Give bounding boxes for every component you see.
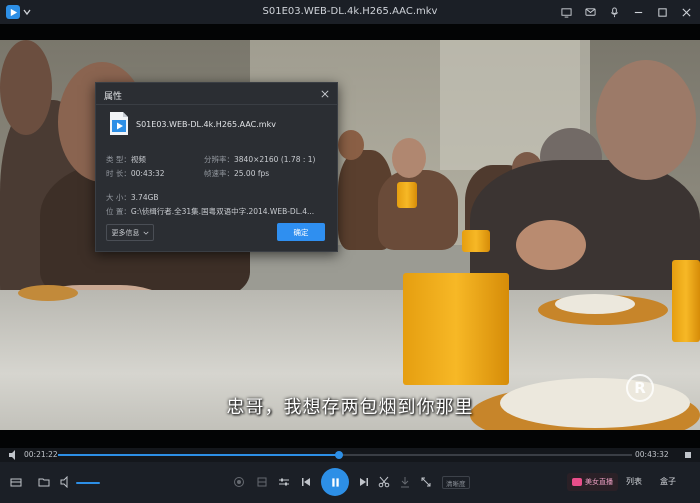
title-bar: S01E03.WEB-DL.4k.H265.AAC.mkv xyxy=(0,0,700,24)
scene-head xyxy=(596,60,696,180)
size-row: 大 小：3.74GB xyxy=(106,192,159,203)
chevron-down-icon xyxy=(142,231,149,235)
framerate-value: 25.00 fps xyxy=(234,169,270,178)
scene-head xyxy=(392,138,426,178)
total-time: 00:43:32 xyxy=(635,450,669,459)
dialog-divider xyxy=(96,104,337,105)
scissors-icon[interactable] xyxy=(376,474,392,490)
playlist-button[interactable]: 列表 xyxy=(626,476,642,487)
pause-button[interactable] xyxy=(321,468,349,496)
location-value: G:\侦缉行者.全31集.国粤双语中字.2014.WEB-DL.4... xyxy=(130,207,315,216)
dialog-file-name: S01E03.WEB-DL.4k.H265.AAC.mkv xyxy=(136,120,276,129)
scene-hand xyxy=(516,220,586,270)
scene-cup xyxy=(397,182,417,208)
duration-value: 00:43:32 xyxy=(130,169,165,178)
stop-square-icon[interactable] xyxy=(680,447,696,463)
progress-bar[interactable] xyxy=(58,451,632,459)
location-label: 位 置： xyxy=(106,207,131,216)
resolution-value: 3840×2160 (1.78 : 1) xyxy=(234,155,316,164)
type-row: 类 型：视频 xyxy=(106,154,146,165)
resolution-label: 分辨率： xyxy=(204,155,234,164)
progress-handle[interactable] xyxy=(335,451,344,459)
fullscreen-expand-icon[interactable] xyxy=(418,474,434,490)
message-icon[interactable] xyxy=(582,4,598,20)
size-value: 3.74GB xyxy=(130,193,159,202)
properties-dialog: 属性 S01E03.WEB-DL.4k.H265.AAC.mkv 类 型：视频 … xyxy=(95,82,338,252)
pause-icon xyxy=(331,477,339,487)
current-time: 00:21:22 xyxy=(24,450,58,459)
type-value: 视频 xyxy=(130,155,146,164)
progress-fill xyxy=(58,454,340,456)
control-bar: 清晰度 美女直播 列表 盒子 xyxy=(0,462,700,503)
scene-cup xyxy=(462,230,490,252)
video-file-icon xyxy=(109,111,129,136)
minimize-icon[interactable] xyxy=(630,4,646,20)
live-stream-button[interactable]: 美女直播 xyxy=(567,473,618,491)
next-icon[interactable] xyxy=(356,474,372,490)
channel-watermark: R xyxy=(626,374,654,402)
scene-rice xyxy=(555,294,635,314)
letterbox-bottom xyxy=(0,430,700,448)
equalizer-icon[interactable] xyxy=(276,474,292,490)
live-stream-label: 美女直播 xyxy=(585,478,613,486)
toolbox-icon[interactable] xyxy=(8,474,24,490)
progress-row: 00:21:22 00:43:32 xyxy=(0,448,700,462)
download-icon[interactable] xyxy=(397,474,413,490)
open-folder-icon[interactable] xyxy=(36,474,52,490)
duration-row: 时 长：00:43:32 xyxy=(106,168,165,179)
scene-cup xyxy=(672,260,700,342)
record-icon[interactable] xyxy=(231,474,247,490)
scene-plate xyxy=(18,285,78,301)
dialog-close-icon[interactable] xyxy=(319,88,331,100)
letterbox-top xyxy=(0,24,700,40)
volume-icon[interactable] xyxy=(58,474,74,490)
dialog-title: 属性 xyxy=(104,92,123,102)
speaker-small-icon[interactable] xyxy=(5,447,21,463)
microphone-icon[interactable] xyxy=(606,4,622,20)
screen-cast-icon[interactable] xyxy=(558,4,574,20)
type-label: 类 型： xyxy=(106,155,131,164)
scene-head xyxy=(0,40,52,135)
resolution-row: 分辨率：3840×2160 (1.78 : 1) xyxy=(204,154,315,165)
subtitle-text: 忠哥，我想存两包烟到你那里 xyxy=(226,397,474,418)
live-icon xyxy=(572,478,582,486)
location-row: 位 置：G:\侦缉行者.全31集.国粤双语中字.2014.WEB-DL.4... xyxy=(106,206,314,217)
more-info-label: 更多信息 xyxy=(111,228,140,237)
scene-cup xyxy=(403,273,509,385)
layers-icon[interactable] xyxy=(254,474,270,490)
box-button[interactable]: 盒子 xyxy=(660,476,676,487)
ok-button[interactable]: 确定 xyxy=(277,223,325,241)
quality-chip[interactable]: 清晰度 xyxy=(442,476,470,489)
scene-head xyxy=(338,130,364,160)
size-label: 大 小： xyxy=(106,193,131,202)
video-player-window: S01E03.WEB-DL.4k.H265.AAC.mkv 忠哥，我想存两包烟到… xyxy=(0,0,700,503)
scene-person xyxy=(378,170,458,250)
close-icon[interactable] xyxy=(678,4,694,20)
duration-label: 时 长： xyxy=(106,169,131,178)
previous-icon[interactable] xyxy=(298,474,314,490)
framerate-label: 帧速率： xyxy=(204,169,234,178)
volume-slider[interactable] xyxy=(76,482,100,484)
framerate-row: 帧速率：25.00 fps xyxy=(204,168,269,179)
maximize-icon[interactable] xyxy=(654,4,670,20)
more-info-button[interactable]: 更多信息 xyxy=(106,224,154,241)
